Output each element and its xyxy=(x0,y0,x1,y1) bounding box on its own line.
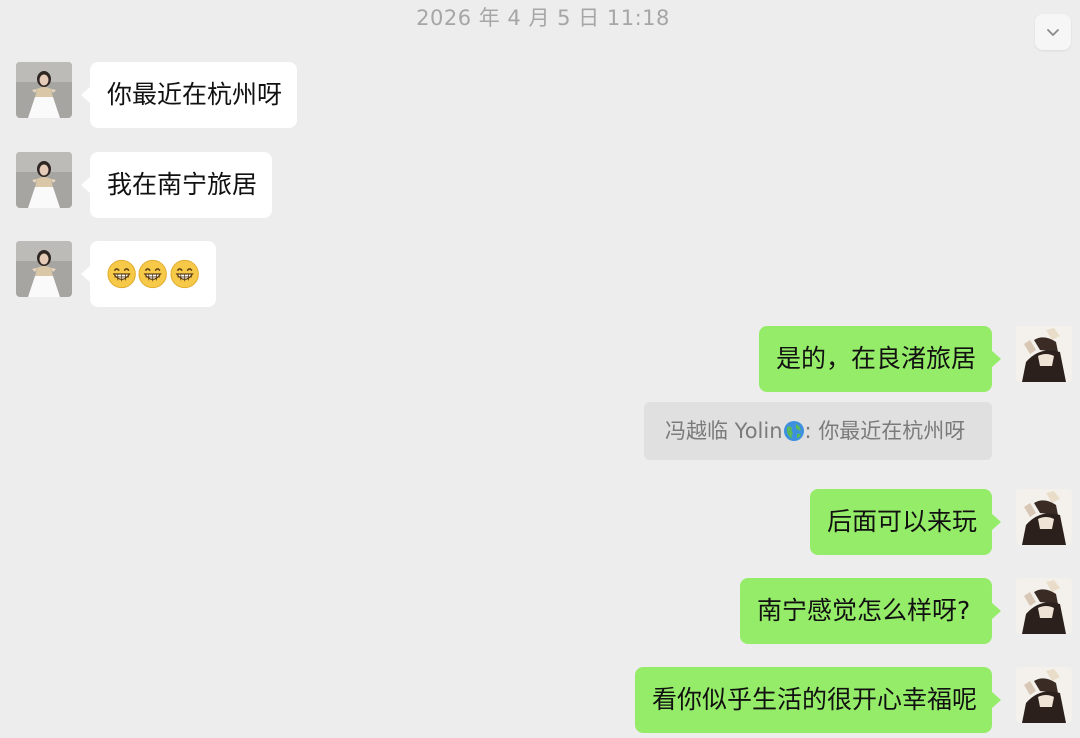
grinning-face-emoji-icon xyxy=(138,259,168,289)
scroll-down-button[interactable] xyxy=(1035,14,1071,50)
message-text: 我在南宁旅居 xyxy=(107,170,258,199)
contact-avatar-icon xyxy=(16,152,72,208)
self-avatar[interactable] xyxy=(1016,489,1072,545)
grinning-face-emoji-icon xyxy=(107,259,136,289)
quote-separator: : xyxy=(804,419,819,443)
incoming-emoji-message-bubble[interactable] xyxy=(81,241,216,307)
contact-avatar-icon xyxy=(16,62,72,118)
incoming-message-bubble[interactable]: 我在南宁旅居 xyxy=(81,152,272,218)
chat-timestamp: 2026 年 4 月 5 日 11:18 xyxy=(416,6,670,30)
quoted-message[interactable]: 冯越临 Yolin : 你最近在杭州呀 xyxy=(644,402,992,460)
contact-avatar[interactable] xyxy=(16,62,72,118)
chevron-down-icon xyxy=(1047,29,1059,36)
incoming-message-bubble[interactable]: 你最近在杭州呀 xyxy=(81,62,297,128)
outgoing-message-bubble[interactable]: 看你似乎生活的很开心幸福呢 xyxy=(635,667,1001,733)
self-avatar[interactable] xyxy=(1016,326,1072,382)
quote-text: 你最近在杭州呀 xyxy=(818,419,966,443)
message-text: 南宁感觉怎么样呀? xyxy=(757,596,971,625)
self-avatar-icon xyxy=(1016,489,1072,545)
self-avatar[interactable] xyxy=(1016,667,1072,723)
globe-emoji-icon xyxy=(783,421,804,441)
message-text: 是的，在良渚旅居 xyxy=(776,344,977,373)
message-text: 你最近在杭州呀 xyxy=(107,80,283,109)
self-avatar[interactable] xyxy=(1016,578,1072,634)
self-avatar-icon xyxy=(1016,667,1072,723)
quote-sender: 冯越临 Yolin xyxy=(665,419,783,443)
outgoing-message-bubble[interactable]: 是的，在良渚旅居 xyxy=(759,326,1001,392)
contact-avatar-icon xyxy=(16,241,72,297)
message-text: 后面可以来玩 xyxy=(827,507,978,536)
outgoing-message-bubble[interactable]: 后面可以来玩 xyxy=(810,489,1001,555)
outgoing-message-bubble[interactable]: 南宁感觉怎么样呀? xyxy=(740,578,1001,644)
emoji-row xyxy=(107,241,199,307)
contact-avatar[interactable] xyxy=(16,152,72,208)
contact-avatar[interactable] xyxy=(16,241,72,297)
self-avatar-icon xyxy=(1016,578,1072,634)
message-text: 看你似乎生活的很开心幸福呢 xyxy=(652,685,978,714)
grinning-face-emoji-icon xyxy=(170,259,199,289)
self-avatar-icon xyxy=(1016,326,1072,382)
